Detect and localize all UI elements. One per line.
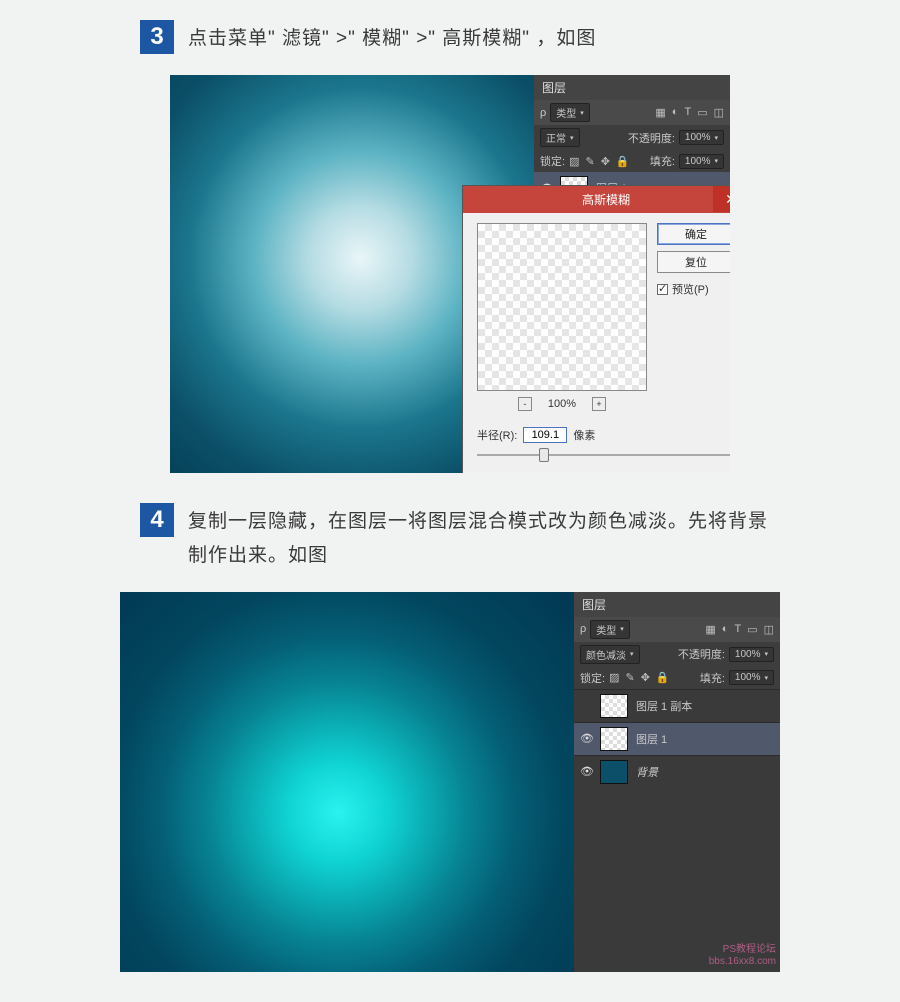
lock-all-icon[interactable]: 🔒 <box>616 155 630 168</box>
filter-shape-icon[interactable]: ▭ <box>697 106 707 119</box>
step-number-4: 4 <box>140 503 174 537</box>
layer-thumbnail <box>600 694 628 718</box>
ok-button[interactable]: 确定 <box>657 223 730 245</box>
chevron-down-icon: ▾ <box>580 109 584 117</box>
close-icon[interactable]: ✕ <box>713 186 730 212</box>
filter-type-dropdown[interactable]: 类型▾ <box>590 620 630 639</box>
screenshot-color-dodge: 图层 ρ 类型▾ ▦ ◐ T ▭ ◫ 颜色减 <box>120 592 780 972</box>
lock-transparency-icon[interactable]: ▨ <box>609 671 619 684</box>
layer-name: 图层 1 <box>636 731 667 747</box>
step-text-4: 复制一层隐藏，在图层一将图层混合模式改为颜色减淡。先将背景制作出来。如图 <box>188 503 770 572</box>
lock-move-icon[interactable]: ✥ <box>641 671 650 684</box>
zoom-value: 100% <box>548 398 576 410</box>
zoom-out-button[interactable]: - <box>518 397 532 411</box>
opacity-label: 不透明度: <box>678 646 725 662</box>
filter-smart-icon[interactable]: ◫ <box>714 106 724 119</box>
visibility-icon[interactable]: 👁 <box>580 732 592 745</box>
chevron-down-icon: ▾ <box>630 650 634 658</box>
radius-unit: 像素 <box>573 427 595 443</box>
lock-transparency-icon[interactable]: ▨ <box>569 155 579 168</box>
watermark: PS教程论坛 bbs.16xx8.com <box>709 944 776 968</box>
screenshot-gaussian-blur: 图层 ρ 类型▾ ▦ ◐ T ▭ ◫ 正常▾ <box>170 75 730 473</box>
fill-value[interactable]: 100%▾ <box>679 154 724 169</box>
filter-type-icon[interactable]: T <box>734 623 741 636</box>
filter-shape-icon[interactable]: ▭ <box>747 623 757 636</box>
opacity-value[interactable]: 100%▾ <box>729 647 774 662</box>
layer-thumbnail <box>600 727 628 751</box>
layer-thumbnail <box>600 760 628 784</box>
reset-button[interactable]: 复位 <box>657 251 730 273</box>
filter-type-dropdown[interactable]: 类型▾ <box>550 103 590 122</box>
lock-brush-icon[interactable]: ✎ <box>625 671 634 684</box>
radius-label: 半径(R): <box>477 427 517 443</box>
layer-name: 图层 1 副本 <box>636 698 692 714</box>
visibility-icon[interactable]: 👁 <box>580 765 592 778</box>
opacity-value[interactable]: 100%▾ <box>679 130 724 145</box>
radius-input[interactable]: 109.1 <box>523 427 567 443</box>
fill-value[interactable]: 100%▾ <box>729 670 774 685</box>
blend-mode-dropdown[interactable]: 颜色减淡▾ <box>580 645 640 664</box>
canvas <box>120 592 574 972</box>
layer-row[interactable]: 👁 图层 1 <box>574 722 780 755</box>
lock-all-icon[interactable]: 🔒 <box>656 671 670 684</box>
blend-mode-dropdown[interactable]: 正常▾ <box>540 128 580 147</box>
filter-pixel-icon[interactable]: ▦ <box>705 623 715 636</box>
layer-row[interactable]: 图层 1 副本 <box>574 689 780 722</box>
gaussian-blur-dialog: 高斯模糊 ✕ - 100% + 确定 <box>462 185 730 473</box>
chevron-down-icon: ▾ <box>714 157 718 165</box>
preview-area <box>477 223 647 391</box>
opacity-label: 不透明度: <box>628 130 675 146</box>
lock-label: 锁定: <box>540 153 565 169</box>
chevron-down-icon: ▾ <box>764 674 768 682</box>
radius-slider[interactable] <box>477 447 730 463</box>
layers-panel-title: 图层 <box>574 592 780 617</box>
chevron-down-icon: ▾ <box>620 625 624 633</box>
filter-label: ρ <box>540 107 546 119</box>
filter-smart-icon[interactable]: ◫ <box>764 623 774 636</box>
fill-label: 填充: <box>650 153 675 169</box>
lock-label: 锁定: <box>580 670 605 686</box>
layer-name: 背景 <box>636 764 658 780</box>
filter-adjust-icon[interactable]: ◐ <box>722 623 729 636</box>
zoom-in-button[interactable]: + <box>592 397 606 411</box>
preview-checkbox[interactable] <box>657 284 668 295</box>
slider-thumb[interactable] <box>539 448 549 462</box>
step-number-3: 3 <box>140 20 174 54</box>
filter-type-icon[interactable]: T <box>684 106 691 119</box>
layers-panel: 图层 ρ 类型▾ ▦ ◐ T ▭ ◫ 颜色减 <box>574 592 780 972</box>
filter-label: ρ <box>580 623 586 635</box>
layer-row[interactable]: 👁 背景 <box>574 755 780 788</box>
chevron-down-icon: ▾ <box>714 134 718 142</box>
filter-adjust-icon[interactable]: ◐ <box>672 106 679 119</box>
layers-panel-title: 图层 <box>534 75 730 100</box>
lock-brush-icon[interactable]: ✎ <box>585 155 594 168</box>
lock-move-icon[interactable]: ✥ <box>601 155 610 168</box>
fill-label: 填充: <box>700 670 725 686</box>
filter-pixel-icon[interactable]: ▦ <box>655 106 665 119</box>
preview-checkbox-label: 预览(P) <box>672 281 709 297</box>
chevron-down-icon: ▾ <box>764 650 768 658</box>
dialog-title: 高斯模糊 ✕ <box>463 186 730 213</box>
chevron-down-icon: ▾ <box>570 134 574 142</box>
step-text-3: 点击菜单" 滤镜" >" 模糊" >" 高斯模糊" ，如图 <box>188 20 596 55</box>
